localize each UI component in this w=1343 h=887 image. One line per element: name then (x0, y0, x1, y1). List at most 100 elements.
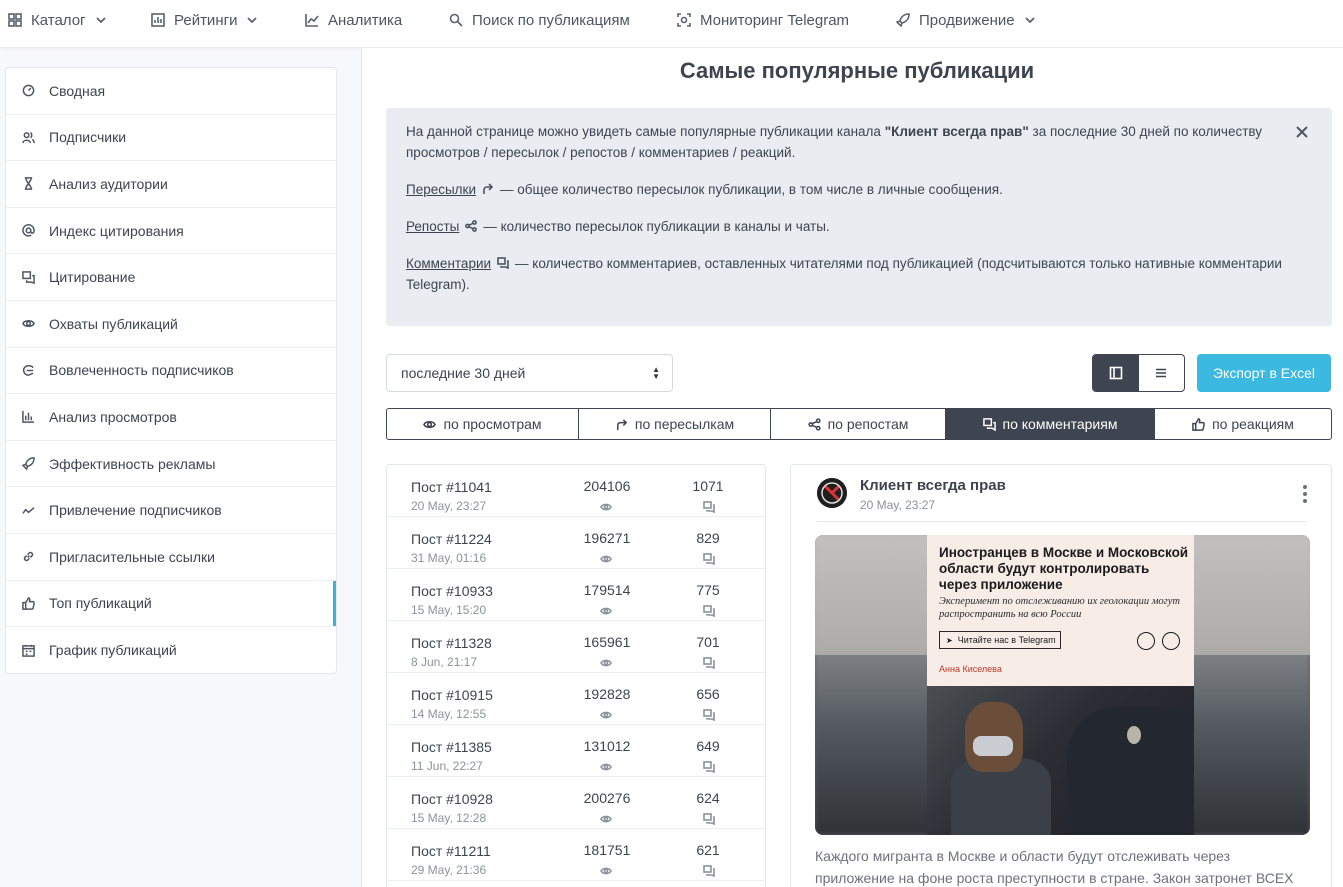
thumbs-up-icon (22, 597, 35, 610)
tab-label: по пересылкам (634, 416, 735, 432)
tab-by-views[interactable]: по просмотрам (387, 409, 579, 439)
sidebar-item-label: Привлечение подписчиков (49, 502, 222, 519)
sidebar-item-audience[interactable]: Анализ аудитории (6, 161, 336, 208)
sidebar-item-label: Эффективность рекламы (49, 455, 216, 472)
quote-icon (22, 270, 35, 284)
list-icon (1156, 368, 1167, 378)
image-photo (927, 686, 1194, 835)
comments-icon (703, 708, 715, 722)
eye-icon (600, 867, 612, 875)
comment-icon (703, 553, 715, 566)
image-bookmark-icon (1162, 632, 1180, 650)
rocket-icon (22, 457, 35, 471)
select-arrows-icon: ▲ ▼ (652, 365, 660, 381)
nav-ratings[interactable]: Рейтинги (151, 0, 258, 40)
tab-by-reposts[interactable]: по репостам (771, 409, 946, 439)
sidebar-item-label: Индекс цитирования (49, 222, 184, 239)
view-list-button[interactable] (1139, 355, 1185, 391)
sidebar-item-subscriber-acquisition[interactable]: Привлечение подписчиков (6, 487, 336, 534)
sidebar-item-label: Сводная (49, 82, 106, 99)
post-row[interactable]: Пост #11211 29 May, 21:36 181751 621 (387, 829, 765, 881)
nav-search-posts-label: Поиск по публикациям (472, 11, 630, 29)
comments-icon (703, 500, 715, 514)
tab-label: по просмотрам (443, 416, 542, 432)
post-views: 204106 (583, 478, 631, 494)
sidebar-item-top-posts[interactable]: Топ публикаций (6, 580, 336, 628)
post-row[interactable]: Пост #10928 15 May, 12:28 200276 624 (387, 777, 765, 829)
more-options-button[interactable] (1297, 485, 1313, 503)
period-select[interactable]: последние 30 дней ▲ ▼ (386, 354, 673, 392)
nav-telegram-monitoring[interactable]: Мониторинг Telegram (677, 0, 849, 40)
nav-promotion[interactable]: Продвижение (896, 0, 1035, 40)
sidebar-item-ad-efficiency[interactable]: Эффективность рекламы (6, 441, 336, 488)
eye-icon (600, 503, 612, 511)
post-image[interactable]: Иностранцев в Москве и Московской област… (815, 535, 1310, 835)
sidebar-item-subscribers[interactable]: Подписчики (6, 115, 336, 162)
sidebar-item-posting-schedule[interactable]: График публикаций (6, 627, 336, 673)
post-row[interactable]: Пост #11328 8 Jun, 21:17 165961 701 (387, 621, 765, 673)
sidebar-item-invite-links[interactable]: Пригласительные ссылки (6, 534, 336, 581)
sidebar-item-reach[interactable]: Охваты публикаций (6, 301, 336, 348)
nav-telegram-monitoring-label: Мониторинг Telegram (700, 11, 850, 29)
post-row[interactable]: Пост #11041 20 May, 23:27 204106 1071 (387, 465, 765, 517)
post-date: 15 May, 15:20 (411, 603, 487, 617)
tab-by-forwards[interactable]: по пересылкам (579, 409, 771, 439)
post-views: 179514 (583, 582, 631, 598)
reposts-term[interactable]: Репосты (406, 219, 459, 234)
sidebar-item-views-analysis[interactable]: Анализ просмотров (6, 394, 336, 441)
info-reposts: Репосты — количество пересылок публикации… (406, 216, 1312, 237)
nav-analytics[interactable]: Аналитика (305, 0, 402, 40)
post-row[interactable]: Пост #11385 11 Jun, 22:27 131012 649 (387, 725, 765, 777)
share-icon (807, 417, 821, 431)
sidebar-item-citations[interactable]: Цитирование (6, 254, 336, 301)
post-date: 20 May, 23:27 (411, 499, 487, 513)
export-excel-button[interactable]: Экспорт в Excel (1197, 354, 1331, 392)
eye-icon (600, 763, 612, 771)
sidebar-item-summary[interactable]: Сводная (6, 68, 336, 115)
rocket-icon (896, 13, 910, 27)
post-date: 11 Jun, 22:27 (411, 759, 483, 773)
eye-icon (22, 320, 35, 328)
post-date: 8 Jun, 21:17 (411, 655, 478, 669)
post-row[interactable]: Пост #11224 31 May, 01:16 196271 829 (387, 517, 765, 569)
sidebar-item-label: Топ публикаций (49, 595, 152, 612)
tab-by-comments[interactable]: по комментариям (946, 409, 1155, 439)
image-subtitle: Эксперимент по отслеживанию их геолокаци… (939, 596, 1180, 620)
thumbs-up-icon (1192, 417, 1205, 431)
forwards-description: — общее количество пересылок публикации,… (500, 182, 1003, 197)
channel-name[interactable]: Клиент всегда прав (860, 477, 1006, 494)
bar-chart-icon (151, 13, 165, 27)
comment-icon (703, 813, 715, 826)
dashboard-icon (22, 84, 35, 97)
comments-term[interactable]: Комментарии (406, 256, 491, 271)
post-row[interactable]: Пост #10915 14 May, 12:55 192828 656 (387, 673, 765, 725)
sidebar-item-engagement[interactable]: Вовлеченность подписчиков (6, 348, 336, 395)
tab-label: по комментариям (1002, 416, 1118, 432)
reposts-description: — количество пересылок публикации в кана… (483, 219, 830, 234)
eye-icon (600, 815, 612, 823)
image-author: Анна Киселева (939, 664, 1002, 674)
nav-catalog[interactable]: Каталог (8, 0, 106, 40)
views-icon (600, 708, 612, 720)
post-date: 20 May, 23:27 (860, 498, 936, 512)
channel-avatar[interactable] (817, 478, 847, 508)
grid-icon (8, 13, 22, 27)
post-comments: 775 (696, 582, 720, 598)
tab-by-reactions[interactable]: по реакциям (1155, 409, 1331, 439)
post-row[interactable]: Пост #10933 15 May, 15:20 179514 775 (387, 569, 765, 621)
search-icon (449, 13, 463, 27)
image-telegram-button: ➤ Читайте нас в Telegram (939, 631, 1061, 649)
forwards-term[interactable]: Пересылки (406, 182, 476, 197)
comment-icon (703, 761, 715, 774)
sidebar-item-citation-index[interactable]: Индекс цитирования (6, 208, 336, 255)
nav-search-posts[interactable]: Поиск по публикациям (449, 0, 630, 40)
view-split-button[interactable] (1093, 355, 1139, 391)
post-title: Пост #11385 (411, 739, 492, 755)
photo-badge (1127, 726, 1141, 744)
views-icon (600, 552, 612, 564)
info-close-button[interactable] (1296, 122, 1310, 138)
image-share-icon (1137, 632, 1155, 650)
channel-logo-icon (817, 478, 847, 508)
post-comments: 701 (696, 634, 720, 650)
hourglass-icon (24, 177, 33, 191)
